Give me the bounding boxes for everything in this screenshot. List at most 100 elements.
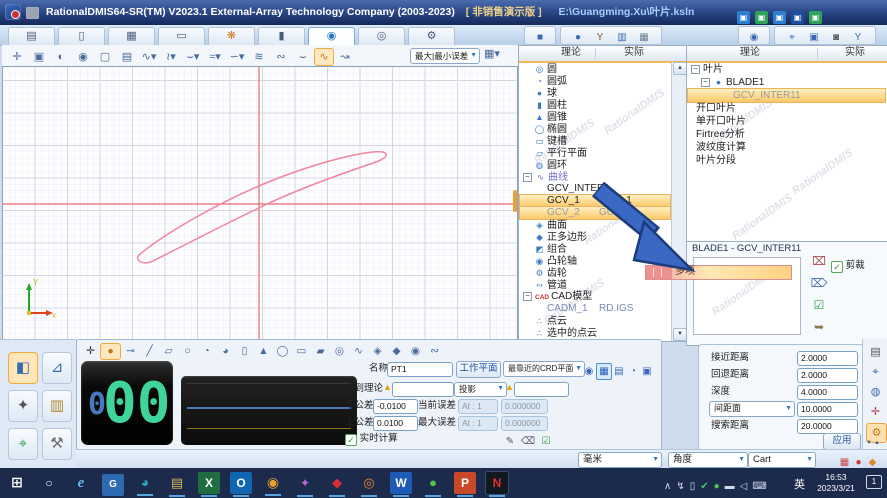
circle-icon[interactable]: ○ xyxy=(178,344,197,359)
tree-item-gcv-inter11-selected[interactable]: GCV_INTER11 xyxy=(688,89,885,102)
language-indicator[interactable]: 英 xyxy=(794,476,805,492)
projection-input[interactable] xyxy=(514,382,569,397)
upper-tol-input[interactable]: 0.0100 xyxy=(373,416,418,431)
col-theory[interactable]: 理论 xyxy=(720,46,780,60)
card-mode-icon[interactable]: ▣ xyxy=(640,364,654,379)
probe-head-icon[interactable]: ✦ xyxy=(8,390,38,422)
table-mode-icon[interactable]: ▤ xyxy=(612,364,626,379)
sphere-icon[interactable]: ◕ xyxy=(216,344,235,359)
tree-item-cad-model[interactable]: −CADCAD模型 xyxy=(520,291,670,303)
quick-report-icon[interactable]: ▣ xyxy=(773,11,786,24)
tab-render-icon[interactable]: ❋ xyxy=(208,27,255,45)
tab-system-icon[interactable]: ⚙ xyxy=(408,27,455,45)
start-icon[interactable]: ⊞ xyxy=(6,471,28,493)
camera-icon[interactable]: ◙ xyxy=(825,29,847,46)
wechat-tray-icon[interactable]: ● xyxy=(714,481,720,492)
word-icon[interactable]: W xyxy=(390,472,412,494)
antivirus-icon[interactable]: ✔ xyxy=(700,481,708,492)
lower-tol-input[interactable]: -0.0100 xyxy=(373,399,418,414)
ellipse-icon[interactable]: ◯ xyxy=(273,344,292,359)
angle-combo[interactable]: 角度▼ xyxy=(668,452,748,468)
tree-item-selected-pointcloud[interactable]: ∴选中的点云 xyxy=(520,327,670,339)
scan-open-icon[interactable]: ∿▾ xyxy=(138,49,160,65)
probe-mode-icon[interactable]: ◉ xyxy=(582,364,596,379)
delete-point-icon[interactable]: ⌧ xyxy=(809,254,829,276)
quick-view-icon[interactable]: ▣ xyxy=(737,11,750,24)
excel-icon[interactable]: X xyxy=(198,472,220,494)
depth-input[interactable]: 4.0000 xyxy=(797,385,858,400)
checkbox-checked-icon[interactable]: ✓ xyxy=(345,434,357,446)
scan-profile-icon[interactable]: ⌣ xyxy=(292,49,314,65)
units-combo[interactable]: 毫米▼ xyxy=(578,452,662,468)
col-actual[interactable]: 实际 xyxy=(604,46,664,60)
surface-icon[interactable]: ◈ xyxy=(368,344,387,359)
erase-icon[interactable]: ⌫ xyxy=(519,436,537,447)
history-mode-icon[interactable]: ◔ xyxy=(626,364,640,379)
polygon-icon[interactable]: ◆ xyxy=(387,344,406,359)
actual-value[interactable]: GCV_2 xyxy=(599,207,632,219)
zoom-window-icon[interactable]: ▣ xyxy=(28,49,50,65)
tab-probe-icon[interactable]: ◉ xyxy=(308,27,355,46)
tree-item-blade1[interactable]: −●BLADE1 xyxy=(688,76,885,89)
exit-icon[interactable]: ➥ xyxy=(809,320,829,342)
tab-export-icon[interactable]: ▭ xyxy=(158,27,205,45)
tree-item-single-open-blade[interactable]: 单开口叶片 xyxy=(688,115,885,128)
probe-angle-icon[interactable]: Y xyxy=(589,29,611,46)
feature-tree-header[interactable]: 理论 实际 xyxy=(519,46,687,63)
window-layout-icon[interactable]: ▣ xyxy=(803,29,825,46)
chrome-icon[interactable]: ◉ xyxy=(262,471,284,493)
spacing-input[interactable]: 10.0000 xyxy=(797,402,858,417)
collapse-icon[interactable]: − xyxy=(691,65,700,74)
tree-item-ellipse[interactable]: ◯椭圆 xyxy=(520,123,670,135)
scan-curve-active-icon[interactable]: ∿ xyxy=(314,48,334,66)
tree-item-cadm1[interactable]: CADM_1RD.IGS xyxy=(520,303,670,315)
tree-item-cylinder[interactable]: ▮圆柱 xyxy=(520,99,670,111)
grid-plan-icon[interactable]: ▦ xyxy=(633,29,655,46)
internet-explorer-icon[interactable]: e xyxy=(70,472,92,494)
tree-item-gcv-inter1[interactable]: GCV_INTER1 xyxy=(520,183,670,195)
section-list-item-selected[interactable]: 多项 xyxy=(645,265,792,280)
quick-probe-icon[interactable]: ▣ xyxy=(755,11,768,24)
tree-item-curve[interactable]: −∿曲线 xyxy=(520,171,670,183)
quick-run-icon[interactable]: ▣ xyxy=(809,11,822,24)
tab-document-icon[interactable]: ▯ xyxy=(58,27,105,45)
pan-icon[interactable]: ✛ xyxy=(6,49,28,65)
strip-scroll-arrows[interactable]: ▼▲ xyxy=(866,440,882,446)
scroll-down-icon[interactable]: ▼ xyxy=(673,328,687,341)
display-mode-icon[interactable]: ▦▾ xyxy=(484,47,500,60)
volume-icon[interactable]: ◁ xyxy=(740,481,748,492)
probe-view-button[interactable]: ◉ xyxy=(738,26,770,45)
search-input[interactable]: 20.0000 xyxy=(797,419,858,434)
machine-setup-icon[interactable]: ⚒ xyxy=(42,428,72,460)
tree-item-gcv1-selected[interactable]: GCV_1GCV_1 xyxy=(520,195,670,207)
gb-app-icon[interactable]: G xyxy=(102,474,124,496)
tab-print-icon[interactable]: ▤ xyxy=(8,27,55,45)
collapse-icon[interactable]: − xyxy=(701,78,710,87)
search-icon[interactable]: ○ xyxy=(38,472,60,494)
tree-item-waviness[interactable]: 波纹度计算 xyxy=(688,141,885,154)
edge-icon[interactable]: ◕ xyxy=(134,471,156,493)
blade-tree-header[interactable]: 理论 实际 xyxy=(687,46,887,63)
tab-view-icon[interactable]: ◎ xyxy=(358,27,405,45)
tree-item-cone[interactable]: ▲圆锥 xyxy=(520,111,670,123)
tree-item-torus[interactable]: ◍圆环 xyxy=(520,159,670,171)
coord-combo[interactable]: Cart▼ xyxy=(748,452,816,468)
splitter-handle[interactable] xyxy=(513,190,517,212)
tree-item-group[interactable]: ◩组合 xyxy=(520,243,670,255)
spacing-combo[interactable]: 间距面▼ xyxy=(709,401,795,417)
paint-app-icon[interactable]: ✦ xyxy=(294,472,316,494)
cad-viewport[interactable]: Y x xyxy=(2,66,518,341)
tree-item-gcv2-selected[interactable]: GCV_2GCV_2 xyxy=(520,207,670,219)
notification-icon[interactable]: 1 xyxy=(866,475,882,489)
tab-device-icon[interactable]: ▮ xyxy=(258,27,305,45)
clipboard-icon[interactable]: ▯ xyxy=(690,481,696,492)
tree-item-circle[interactable]: ◎圆 xyxy=(520,63,670,75)
report-strip-icon[interactable]: ▤ xyxy=(866,343,885,361)
probe-build-icon[interactable]: ● xyxy=(567,29,589,46)
recorder-icon[interactable]: ▬ xyxy=(725,481,735,492)
edit-icon[interactable]: ✎ xyxy=(501,436,519,447)
tree-item-pipe[interactable]: ∾管道 xyxy=(520,279,670,291)
find-theory-input[interactable] xyxy=(392,382,454,397)
slot-icon[interactable]: ▭ xyxy=(292,344,311,359)
view-cube-button[interactable]: ■ xyxy=(524,26,556,45)
